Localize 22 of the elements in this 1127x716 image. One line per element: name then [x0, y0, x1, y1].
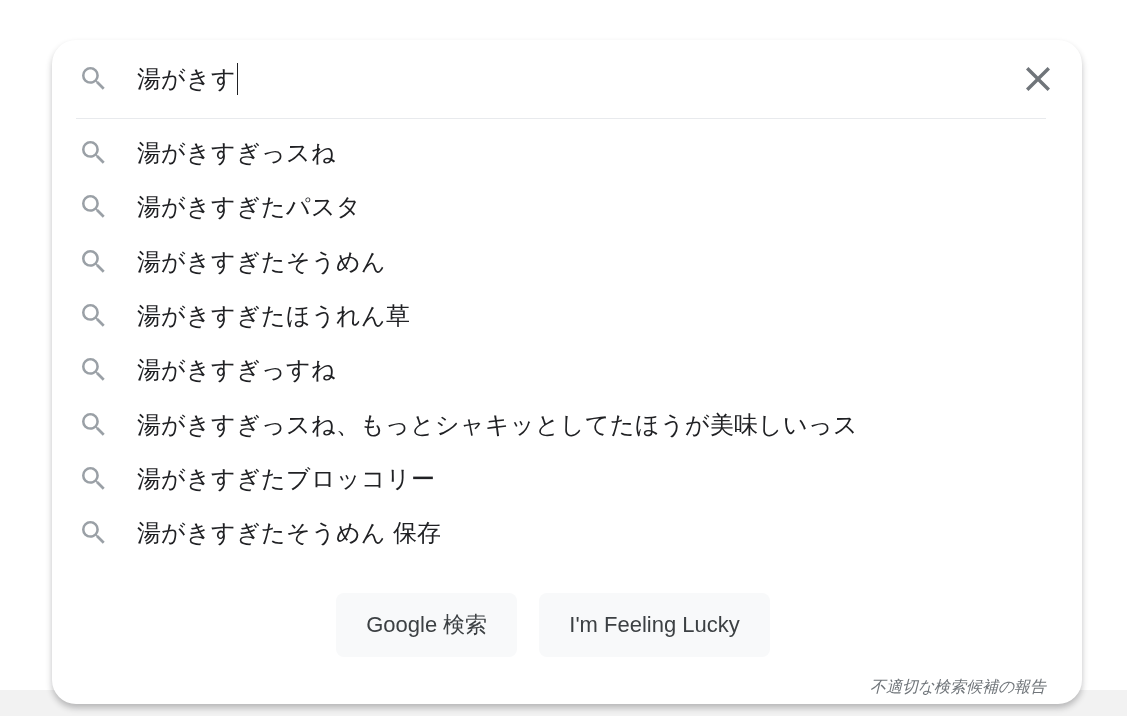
- search-icon: [82, 412, 106, 437]
- search-icon: [82, 67, 106, 91]
- search-icon: [82, 304, 106, 329]
- suggestion-item[interactable]: 湯がきすぎたそうめん 保存: [52, 506, 1082, 561]
- search-icon: [82, 195, 106, 220]
- suggestion-item[interactable]: 湯がきすぎっすね: [52, 343, 1082, 398]
- suggestion-item[interactable]: 湯がきすぎたそうめん: [52, 234, 1082, 289]
- suggestion-item[interactable]: 湯がきすぎたほうれん草: [52, 288, 1082, 344]
- search-icon: [82, 249, 106, 274]
- suggestion-item[interactable]: 湯がきすぎっスね、もっとシャキッとしてたほうが美味しいっス: [52, 397, 1082, 452]
- suggestion-item[interactable]: 湯がきすぎたブロッコリー: [52, 451, 1082, 507]
- suggestion-item[interactable]: 湯がきすぎっスね: [52, 126, 1082, 181]
- report-link[interactable]: 不適切な検索候補の報告: [870, 677, 1046, 699]
- lucky-button[interactable]: I'm Feeling Lucky: [539, 593, 770, 658]
- suggestion-item[interactable]: 湯がきすぎたパスタ: [52, 180, 1082, 235]
- close-icon: [1026, 67, 1050, 91]
- search-icon: [82, 358, 106, 383]
- search-icon: [82, 466, 106, 491]
- search-icon: [82, 521, 106, 546]
- search-button[interactable]: Google 検索: [336, 593, 518, 658]
- search-input[interactable]: 湯がきす: [137, 59, 1020, 99]
- search-icon: [82, 141, 106, 166]
